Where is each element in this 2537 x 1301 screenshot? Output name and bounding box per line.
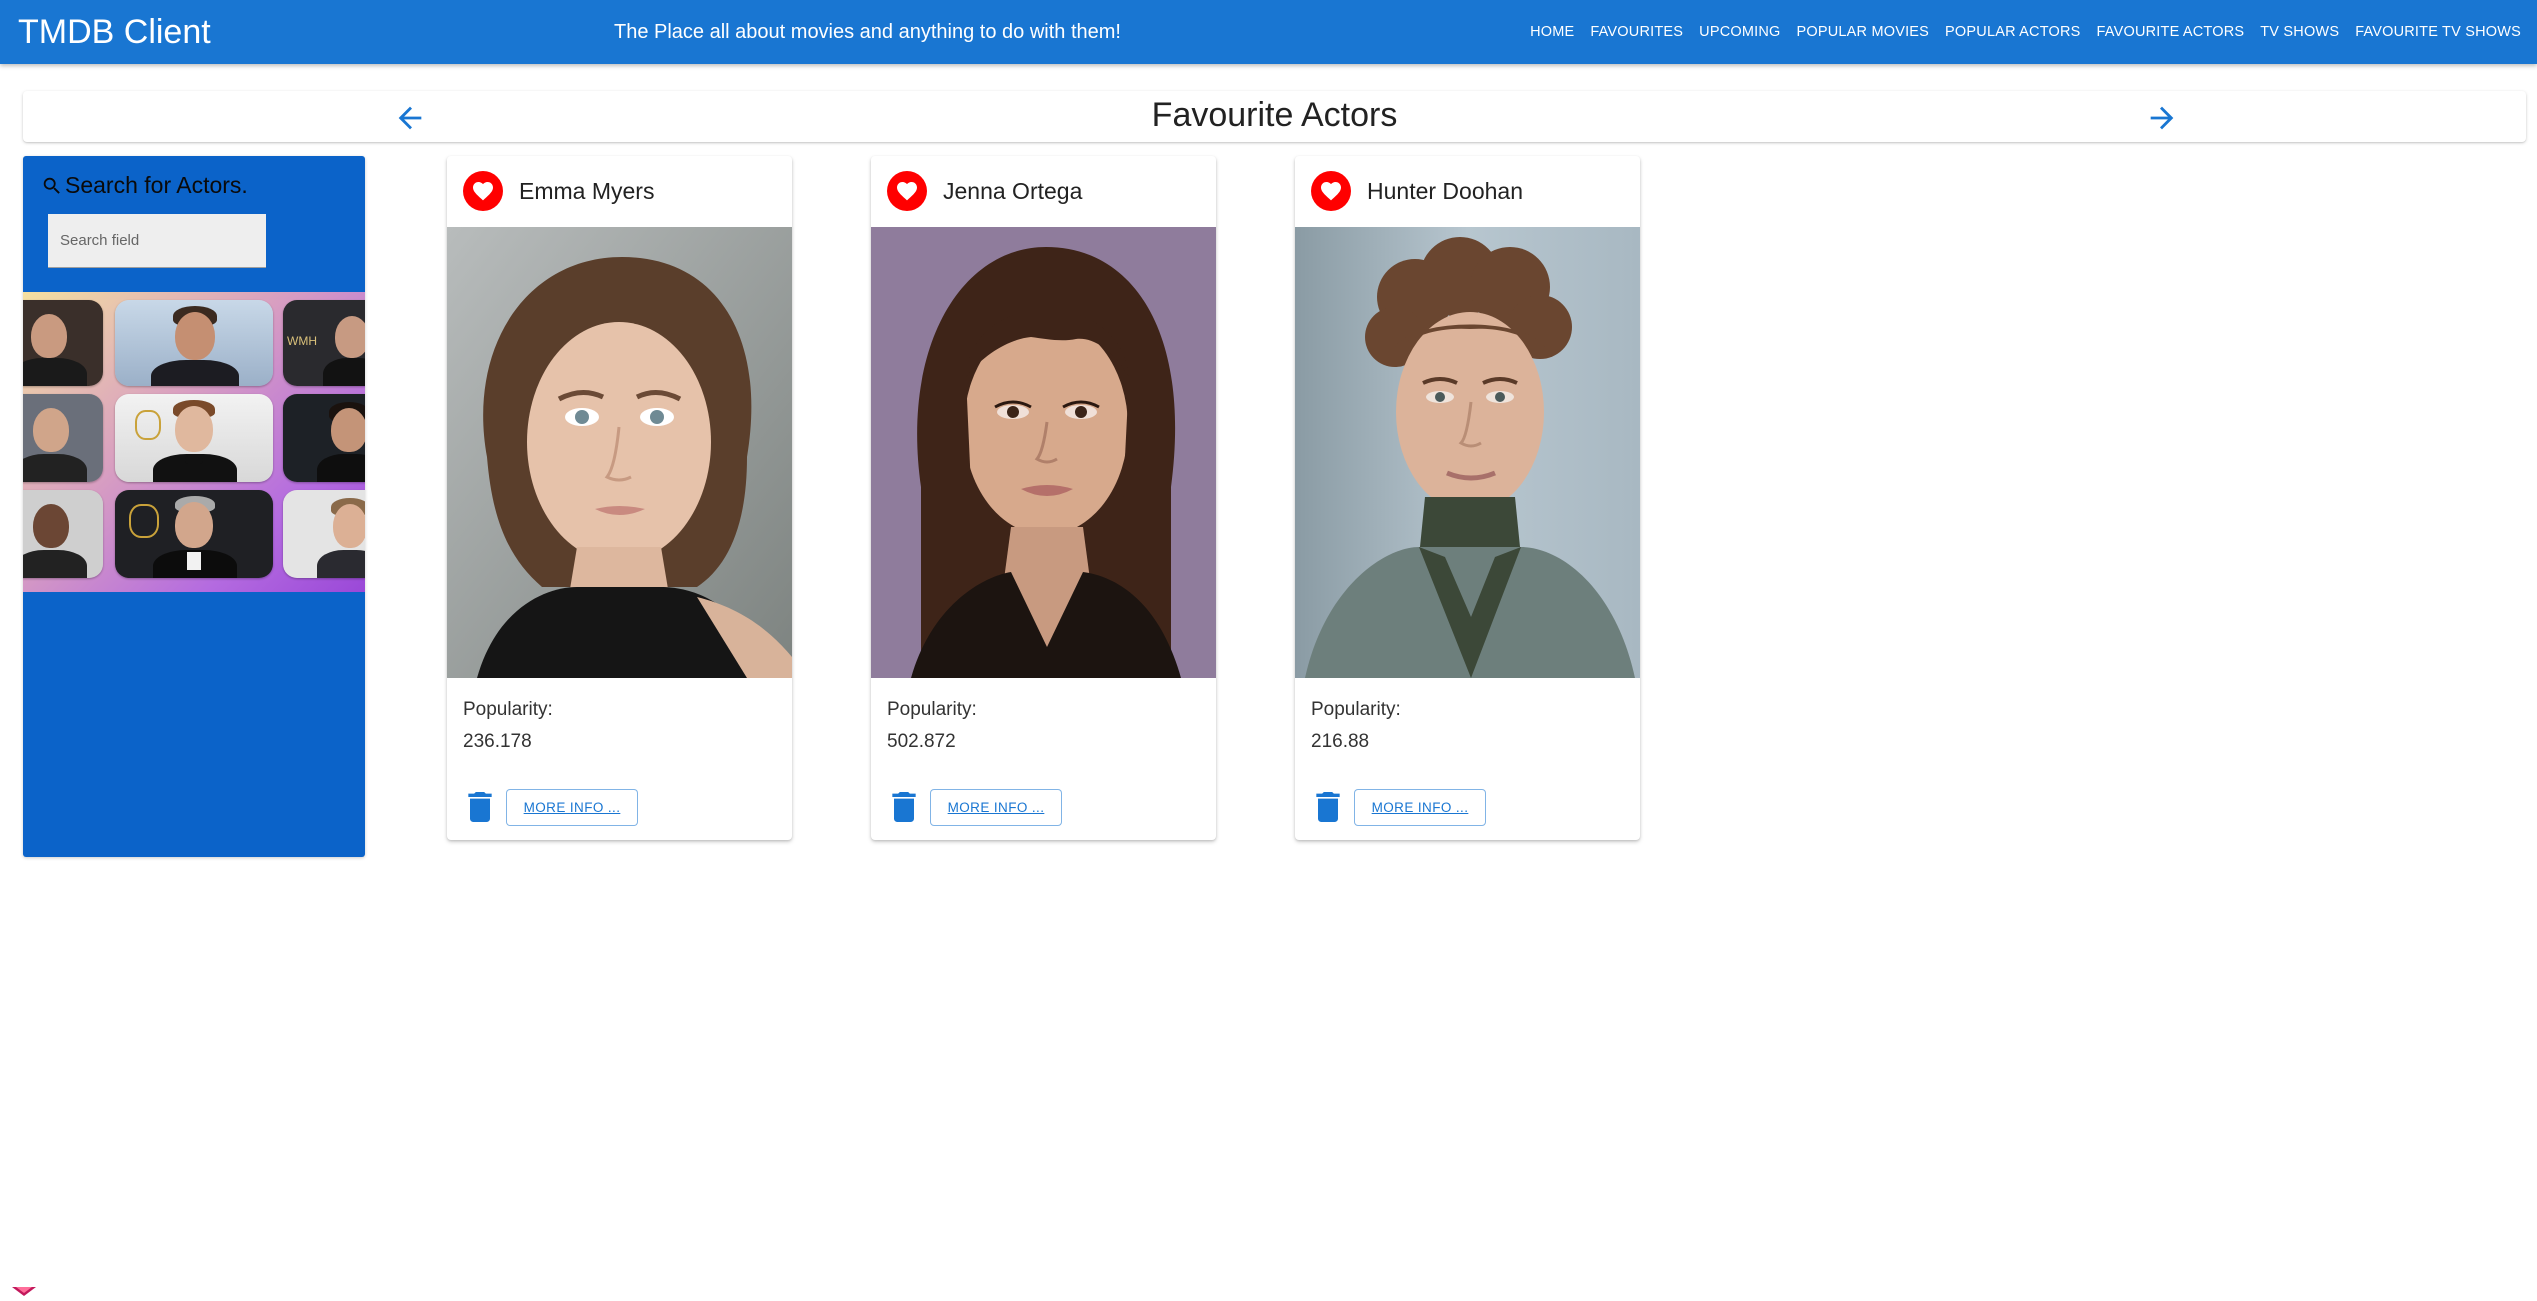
card-header: Hunter Doohan xyxy=(1295,156,1640,227)
popularity-value: 236.178 xyxy=(463,731,532,752)
favourite-avatar xyxy=(1311,171,1351,211)
app-tagline: The Place all about movies and anything … xyxy=(614,21,1121,43)
trash-icon xyxy=(1316,792,1340,822)
collage-tile xyxy=(283,394,365,482)
trash-icon xyxy=(468,792,492,822)
nav-tv-shows[interactable]: TV Shows xyxy=(2252,24,2347,40)
actor-name: Emma Myers xyxy=(519,178,655,204)
favourite-avatar xyxy=(887,171,927,211)
heart-icon xyxy=(897,182,917,201)
filter-title: Search for Actors. xyxy=(65,172,248,198)
popularity-label: Popularity: xyxy=(887,699,977,720)
more-info-button[interactable]: More Info ... xyxy=(930,789,1062,826)
nav-popular-movies[interactable]: Popular Movies xyxy=(1789,24,1938,40)
search-input[interactable] xyxy=(48,214,266,268)
filter-panel: Search for Actors. WMH xyxy=(23,156,365,857)
collage-tile xyxy=(23,300,103,386)
popularity-label: Popularity: xyxy=(463,699,553,720)
heart-icon xyxy=(473,182,493,201)
forward-button[interactable] xyxy=(2145,101,2179,135)
collage-tile xyxy=(115,394,273,482)
collage-tile: WMH xyxy=(283,300,365,386)
main-nav: Home Favourites Upcoming Popular Movies … xyxy=(1522,0,2529,64)
actors-collage-image: WMH xyxy=(23,292,365,592)
collage-tile xyxy=(115,300,273,386)
more-info-button[interactable]: More Info ... xyxy=(506,789,638,826)
nav-popular-actors[interactable]: Popular Actors xyxy=(1937,24,2089,40)
actor-name: Jenna Ortega xyxy=(943,178,1083,204)
actor-card: Hunter Doohan Popularity: 216.88 MORE IN… xyxy=(1295,156,1640,840)
actor-photo xyxy=(447,227,792,678)
nav-favourites[interactable]: Favourites xyxy=(1582,24,1691,40)
filter-header: Search for Actors. xyxy=(41,172,248,199)
collage-tile xyxy=(23,490,103,578)
delete-button[interactable] xyxy=(467,792,493,822)
delete-button[interactable] xyxy=(1315,792,1341,822)
app-bar: TMDB Client The Place all about movies a… xyxy=(0,0,2537,64)
heart-icon xyxy=(1321,182,1341,201)
nav-favourite-actors[interactable]: Favourite Actors xyxy=(2089,24,2253,40)
search-icon xyxy=(43,177,60,194)
arrow-forward-icon xyxy=(2150,106,2174,130)
actor-name: Hunter Doohan xyxy=(1367,178,1523,204)
favourite-avatar xyxy=(463,171,503,211)
delete-button[interactable] xyxy=(891,792,917,822)
devtools-icon[interactable] xyxy=(10,1283,38,1296)
card-header: Emma Myers xyxy=(447,156,792,227)
more-info-button[interactable]: More Info ... xyxy=(1354,789,1486,826)
nav-upcoming[interactable]: Upcoming xyxy=(1691,24,1788,40)
actor-photo xyxy=(1295,227,1640,678)
popularity-label: Popularity: xyxy=(1311,699,1401,720)
page-header: Favourite Actors xyxy=(23,91,2526,142)
popularity-value: 216.88 xyxy=(1311,731,1370,752)
collage-tile xyxy=(115,490,273,578)
popularity-value: 502.872 xyxy=(887,731,956,752)
actor-photo xyxy=(871,227,1216,678)
app-brand: TMDB Client xyxy=(18,13,211,51)
actor-card: Emma Myers Popularity: 236.178 MORE INFO… xyxy=(447,156,792,840)
collage-tile xyxy=(283,490,365,578)
collage-tile xyxy=(23,394,103,482)
card-header: Jenna Ortega xyxy=(871,156,1216,227)
trash-icon xyxy=(892,792,916,822)
actor-card: Jenna Ortega Popularity: 502.872 MORE IN… xyxy=(871,156,1216,840)
nav-home[interactable]: Home xyxy=(1522,24,1582,40)
nav-favourite-tv-shows[interactable]: Favourite TV Shows xyxy=(2347,24,2529,40)
